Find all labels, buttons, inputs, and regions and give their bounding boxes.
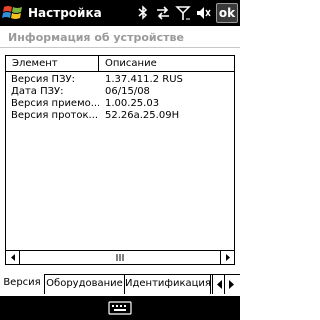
title-bar: Настройка ok: [0, 0, 240, 26]
ok-button[interactable]: ok: [216, 3, 238, 23]
tab-hardware[interactable]: Оборудование: [45, 275, 125, 294]
page-title: Информация об устройстве: [8, 31, 184, 44]
tab-prev-icon[interactable]: [212, 275, 225, 294]
device-info-list[interactable]: Элемент Описание Версия ПЗУ: 1.37.411.2 …: [5, 55, 235, 265]
scrollbar-thumb[interactable]: [20, 251, 219, 264]
list-header: Элемент Описание: [6, 56, 234, 72]
list-row[interactable]: Версия ПЗУ: 1.37.411.2 RUS: [6, 74, 234, 86]
horizontal-scrollbar[interactable]: [6, 250, 234, 264]
row-element: Дата ПЗУ:: [11, 86, 64, 97]
row-element: Версия проток...: [11, 110, 99, 121]
tab-next-icon[interactable]: [225, 275, 238, 294]
row-description: 06/15/08: [105, 86, 150, 97]
row-element: Версия приемо...: [11, 98, 99, 109]
network-icon[interactable]: [154, 4, 172, 22]
scroll-grip-icon: [116, 254, 124, 261]
scroll-left-icon[interactable]: [6, 251, 20, 264]
keyboard-icon[interactable]: [105, 298, 135, 318]
list-rows: Версия ПЗУ: 1.37.411.2 RUS Дата ПЗУ: 06/…: [6, 74, 234, 122]
bluetooth-icon[interactable]: [134, 4, 152, 22]
tab-identification[interactable]: Идентификация: [125, 275, 211, 294]
header-divider: [0, 47, 240, 48]
scroll-right-icon[interactable]: [220, 251, 234, 264]
tab-version[interactable]: Версия: [0, 274, 45, 294]
row-description: 52.26a.25.09H: [105, 110, 180, 121]
column-header-element[interactable]: Элемент: [12, 58, 58, 69]
menu-bar: [0, 296, 240, 320]
list-row[interactable]: Версия проток... 52.26a.25.09H: [6, 110, 234, 122]
volume-off-icon[interactable]: [194, 4, 212, 22]
column-divider[interactable]: [98, 56, 99, 72]
page-header: Информация об устройстве: [0, 26, 240, 48]
row-description: 1.00.25.03: [105, 98, 160, 109]
row-description: 1.37.411.2 RUS: [105, 74, 183, 85]
column-header-description[interactable]: Описание: [105, 58, 157, 69]
windows-start-icon[interactable]: [2, 3, 24, 23]
signal-icon[interactable]: [174, 4, 192, 22]
list-row[interactable]: Дата ПЗУ: 06/15/08: [6, 86, 234, 98]
row-element: Версия ПЗУ:: [11, 74, 75, 85]
window-title: Настройка: [28, 6, 102, 20]
tab-strip: Версия Оборудование Идентификация: [0, 274, 240, 294]
list-row[interactable]: Версия приемо... 1.00.25.03: [6, 98, 234, 110]
